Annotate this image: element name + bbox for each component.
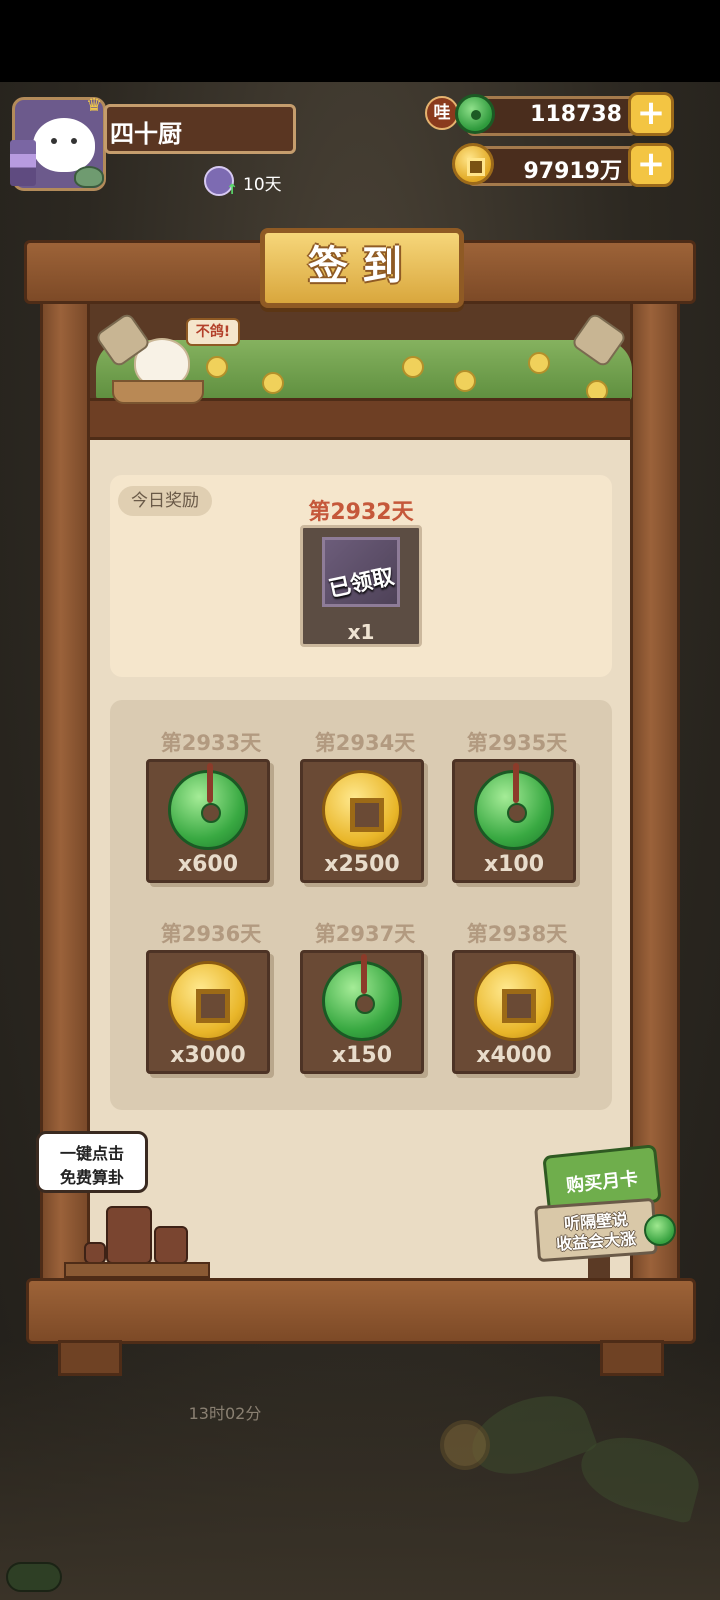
flower-icon bbox=[206, 356, 228, 378]
basket-icon bbox=[112, 380, 204, 404]
background-timer: 13时02分 bbox=[188, 1404, 262, 1423]
flower-icon bbox=[262, 372, 284, 394]
add-coin-button[interactable]: + bbox=[628, 143, 674, 187]
coin-icon bbox=[168, 961, 248, 1041]
flower-icon bbox=[454, 370, 476, 392]
reward-qty: x3000 bbox=[170, 1043, 246, 1068]
today-reward-qty: x1 bbox=[347, 620, 375, 644]
coin-amount: 97919万 bbox=[523, 159, 622, 184]
flower-icon bbox=[528, 352, 550, 374]
frog-icon bbox=[74, 166, 104, 188]
coin-icon bbox=[474, 961, 554, 1041]
jar-shelf bbox=[64, 1262, 210, 1278]
crown-icon: ♛ bbox=[86, 95, 103, 116]
frame-bottom-beam bbox=[26, 1278, 696, 1344]
avatar-character bbox=[33, 118, 95, 172]
reward-qty: x4000 bbox=[476, 1043, 552, 1068]
frame-pillar-right bbox=[630, 300, 680, 1290]
frame-foot-left bbox=[58, 1340, 122, 1376]
jade-icon bbox=[474, 763, 554, 850]
jade-icon bbox=[644, 1214, 676, 1246]
checkin-title: 签到 bbox=[308, 243, 416, 289]
reward-qty: x2500 bbox=[324, 852, 400, 877]
wa-badge[interactable]: 哇 bbox=[425, 96, 459, 130]
jade-amount: 118738 bbox=[530, 102, 622, 127]
jade-icon bbox=[322, 954, 402, 1041]
books-icon bbox=[10, 140, 36, 186]
coin-icon bbox=[452, 143, 494, 185]
frame-foot-right bbox=[600, 1340, 664, 1376]
status-bar bbox=[0, 0, 720, 82]
jade-icon bbox=[455, 94, 495, 134]
roof-trim bbox=[90, 398, 630, 440]
reward-day-label: 第2938天 bbox=[466, 922, 568, 946]
jar-icon bbox=[84, 1242, 106, 1264]
jade-icon bbox=[168, 763, 248, 850]
fortune-tip-line: 免费算卦 bbox=[59, 1168, 124, 1187]
jar-icon bbox=[154, 1226, 188, 1264]
flower-icon bbox=[402, 356, 424, 378]
reward-day-label: 第2936天 bbox=[160, 922, 262, 946]
today-reward-tag: 今日奖励 bbox=[118, 486, 212, 516]
coin-icon bbox=[322, 770, 402, 850]
reward-qty: x100 bbox=[483, 852, 545, 877]
bottom-toggle-button[interactable] bbox=[6, 1562, 62, 1592]
player-name: 四十厨 bbox=[110, 120, 182, 148]
reward-day-label: 第2933天 bbox=[160, 731, 262, 755]
reward-qty: x150 bbox=[331, 1043, 393, 1068]
background-dish bbox=[440, 1420, 490, 1470]
mascot-speech-sign: 不鸽! bbox=[186, 318, 240, 346]
add-jade-button[interactable]: + bbox=[628, 92, 674, 136]
reward-day-label: 第2934天 bbox=[314, 731, 416, 755]
reward-qty: x600 bbox=[177, 852, 239, 877]
streak-days: 10天 bbox=[243, 175, 282, 195]
reward-day-label: 第2935天 bbox=[466, 731, 568, 755]
reward-day-label: 第2937天 bbox=[314, 922, 416, 946]
streak-level-icon bbox=[204, 166, 238, 198]
today-day-label: 第2932天 bbox=[308, 500, 414, 525]
fortune-tip-line: 一键点击 bbox=[59, 1144, 124, 1163]
jar-icon bbox=[106, 1206, 152, 1264]
